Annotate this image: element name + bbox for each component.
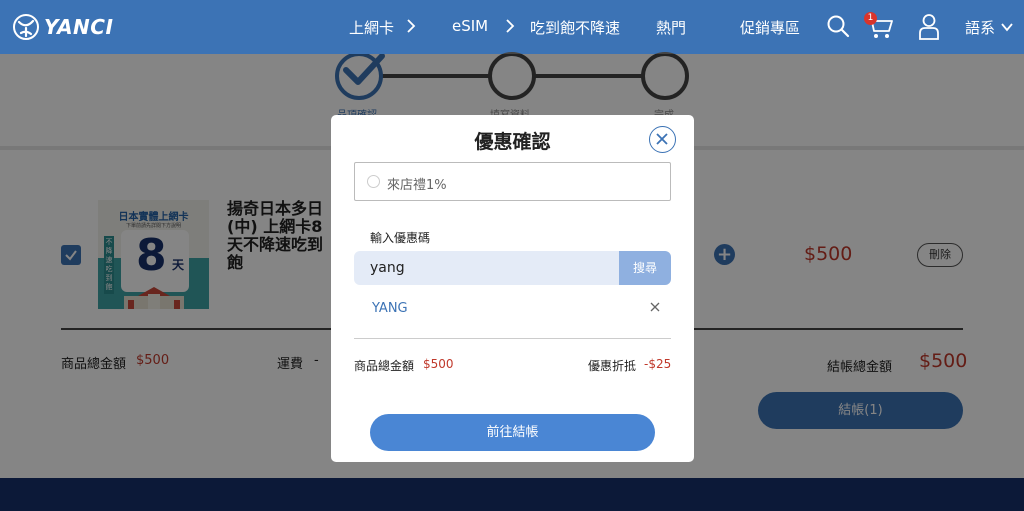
logo-text: YANCI	[44, 15, 114, 39]
dialog-divider	[354, 338, 671, 339]
dialog-discount-label: 優惠折抵	[588, 359, 637, 373]
nav-item-promotions[interactable]: 促銷專區	[740, 17, 800, 38]
close-icon	[656, 133, 668, 145]
coupon-option[interactable]: 來店禮1%	[354, 162, 671, 201]
chevron-down-icon[interactable]	[1000, 20, 1014, 38]
applied-coupon-code: YANG	[372, 301, 408, 316]
close-button[interactable]	[649, 126, 676, 153]
coupon-code-input[interactable]	[354, 251, 619, 285]
chevron-right-icon	[407, 19, 416, 33]
search-icon[interactable]	[826, 14, 850, 38]
search-button[interactable]: 搜尋	[619, 251, 671, 285]
logo[interactable]: YANCI	[12, 12, 113, 42]
dialog-title: 優惠確認	[474, 131, 551, 153]
dialog-subtotal-label: 商品總金額	[354, 359, 415, 373]
nav-item-sim-card[interactable]: 上網卡	[349, 17, 394, 38]
nav-item-esim[interactable]: eSIM	[452, 17, 488, 35]
dialog-subtotal-value: $500	[423, 357, 454, 371]
dialog-discount-value: -$25	[644, 357, 672, 371]
remove-coupon-icon[interactable]	[649, 301, 661, 313]
coupon-code-label: 輸入優惠碼	[370, 231, 431, 245]
language-selector[interactable]: 語系	[965, 17, 995, 38]
coupon-option-label: 來店禮1%	[387, 178, 447, 193]
cart-count-badge: 1	[864, 12, 877, 25]
proceed-to-checkout-button[interactable]: 前往結帳	[370, 414, 655, 451]
logo-icon	[13, 14, 39, 40]
top-nav-bar: YANCI 上網卡 eSIM 吃到飽不降速 熱門 促銷專區 1 語系	[0, 0, 1024, 54]
coupon-dialog: 優惠確認 來店禮1% 輸入優惠碼 搜尋 YANG 商品總金額 $500 優惠折抵…	[331, 115, 694, 462]
coupon-option-radio[interactable]	[367, 175, 380, 188]
chevron-right-icon	[506, 19, 515, 33]
nav-item-unlimited[interactable]: 吃到飽不降速	[530, 17, 620, 38]
nav-item-popular[interactable]: 熱門	[656, 17, 686, 38]
user-icon[interactable]	[918, 13, 940, 40]
